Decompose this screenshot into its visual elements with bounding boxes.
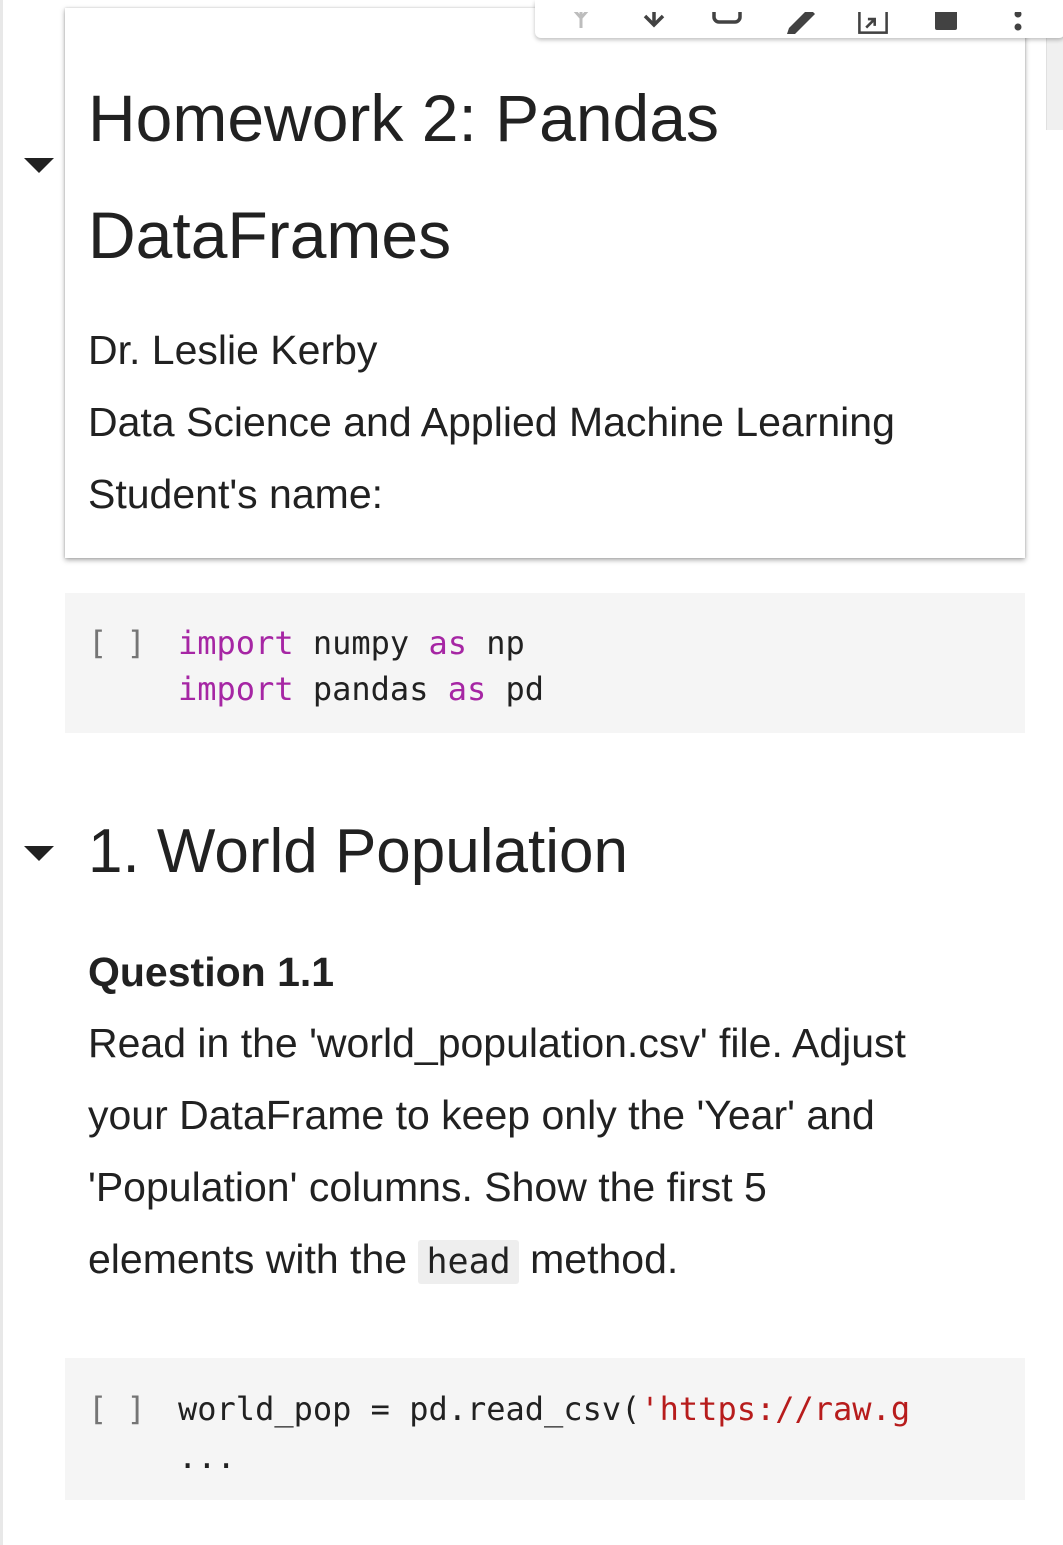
student-name-line: Student's name:: [88, 471, 384, 517]
section-heading: 1. World Population: [88, 817, 628, 886]
link-icon[interactable]: [710, 12, 744, 38]
question-text-line: 'Population' columns. Show the first 5: [88, 1164, 767, 1210]
more-options-icon[interactable]: [1001, 12, 1035, 38]
keyword: import: [178, 670, 294, 708]
question-text: Read in the 'world_population.csv' file.…: [88, 1007, 1018, 1298]
code-line-import-pandas[interactable]: import pandas as pd: [178, 666, 544, 712]
cell-toolbar: [535, 0, 1063, 38]
notebook-title-line1: Homework 2: Pandas: [88, 81, 719, 155]
question-title: Question 1.1: [88, 949, 335, 995]
question-text-line: your DataFrame to keep only the 'Year' a…: [88, 1092, 875, 1138]
keyword: as: [428, 624, 467, 662]
text-fragment: method.: [518, 1236, 679, 1282]
course-line: Data Science and Applied Machine Learnin…: [88, 399, 895, 445]
delete-icon[interactable]: [929, 12, 963, 38]
notebook-title-line2: DataFrames: [88, 198, 452, 272]
module-name: numpy: [293, 624, 429, 662]
keyword: as: [447, 670, 487, 708]
mirror-cell-icon[interactable]: [856, 12, 890, 38]
edit-icon[interactable]: [783, 12, 817, 38]
left-border: [0, 0, 3, 1545]
run-cell-button[interactable]: [ ]: [88, 624, 146, 662]
move-up-icon[interactable]: [564, 12, 598, 38]
string-literal: 'https://raw.g: [640, 1390, 911, 1428]
move-down-icon[interactable]: [637, 12, 671, 38]
keyword: import: [178, 624, 294, 662]
alias-name: pd: [486, 670, 545, 708]
code-line-read-csv[interactable]: world_pop = pd.read_csv('https://raw.g: [178, 1386, 1003, 1432]
collapse-toggle-header[interactable]: [24, 158, 54, 173]
code-text: world_pop = pd.read_csv(: [178, 1390, 641, 1428]
code-ellipsis[interactable]: ...: [178, 1434, 236, 1480]
inline-code-head: head: [418, 1240, 519, 1284]
question-text-line: elements with the head method.: [88, 1223, 1018, 1298]
author-line: Dr. Leslie Kerby: [88, 327, 378, 373]
run-cell-button[interactable]: [ ]: [88, 1390, 146, 1428]
text-fragment: elements with the: [88, 1236, 419, 1282]
module-name: pandas: [293, 670, 448, 708]
collapse-toggle-section-1[interactable]: [24, 846, 54, 861]
code-line-import-numpy[interactable]: import numpy as np: [178, 620, 525, 666]
question-text-line: Read in the 'world_population.csv' file.…: [88, 1020, 906, 1066]
alias-name: np: [466, 624, 525, 662]
